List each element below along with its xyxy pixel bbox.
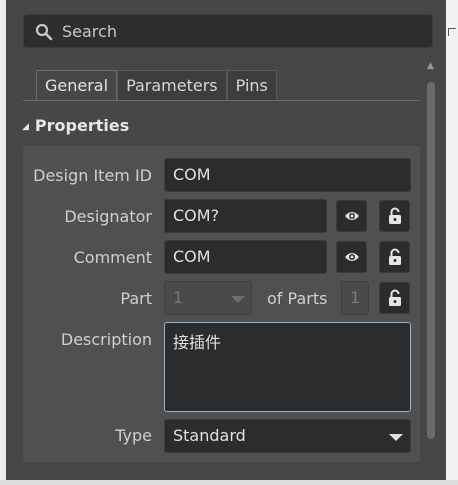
properties-panel: Search ▲ General Parameters Pins ◢ Proper… bbox=[6, 0, 446, 480]
bottom-window-edge bbox=[0, 480, 458, 485]
section-title: Properties bbox=[34, 116, 130, 135]
of-parts-label: of Parts bbox=[267, 289, 328, 308]
type-label: Type bbox=[115, 426, 152, 445]
designator-input[interactable]: COM? bbox=[164, 199, 327, 233]
tab-bar: General Parameters Pins bbox=[36, 70, 277, 100]
comment-lock-button[interactable] bbox=[379, 241, 410, 273]
eye-icon bbox=[344, 251, 360, 263]
design-item-id-input[interactable]: COM bbox=[164, 158, 411, 192]
comment-label: Comment bbox=[73, 248, 152, 267]
tab-general[interactable]: General bbox=[36, 70, 118, 100]
lock-icon bbox=[388, 289, 402, 307]
search-box[interactable]: Search bbox=[23, 14, 433, 48]
chevron-down-icon bbox=[231, 296, 245, 303]
part-select: 1 bbox=[164, 281, 252, 315]
tab-parameters[interactable]: Parameters bbox=[117, 70, 227, 100]
properties-group: Design Item ID COM Designator COM? Comme… bbox=[23, 146, 420, 462]
design-item-id-label: Design Item ID bbox=[33, 166, 152, 185]
comment-visibility-button[interactable] bbox=[336, 241, 367, 273]
description-textarea[interactable]: 接插件 bbox=[164, 322, 411, 412]
right-window-edge bbox=[446, 0, 458, 485]
designator-label: Designator bbox=[64, 207, 152, 226]
search-icon bbox=[35, 23, 53, 41]
scrollbar-thumb[interactable] bbox=[427, 82, 435, 439]
corner-mark bbox=[448, 28, 456, 36]
type-value: Standard bbox=[173, 426, 246, 445]
properties-section-header[interactable]: ◢ Properties bbox=[22, 116, 129, 135]
chevron-down-icon bbox=[389, 434, 403, 441]
designator-lock-button[interactable] bbox=[379, 200, 410, 232]
designator-visibility-button[interactable] bbox=[336, 200, 367, 232]
of-parts-value: 1 bbox=[341, 281, 369, 315]
comment-input[interactable]: COM bbox=[164, 240, 327, 274]
part-label: Part bbox=[120, 289, 152, 308]
lock-icon bbox=[388, 207, 402, 225]
eye-icon bbox=[344, 210, 360, 222]
part-value: 1 bbox=[173, 288, 184, 307]
part-lock-button[interactable] bbox=[379, 282, 410, 314]
search-placeholder: Search bbox=[62, 22, 117, 41]
description-label: Description bbox=[60, 330, 152, 349]
tab-pins[interactable]: Pins bbox=[226, 70, 277, 100]
type-select[interactable]: Standard bbox=[164, 419, 411, 453]
scroll-up-arrow[interactable]: ▲ bbox=[427, 61, 434, 71]
collapse-triangle-icon: ◢ bbox=[22, 122, 29, 132]
tab-underline bbox=[23, 100, 420, 101]
lock-icon bbox=[388, 248, 402, 266]
